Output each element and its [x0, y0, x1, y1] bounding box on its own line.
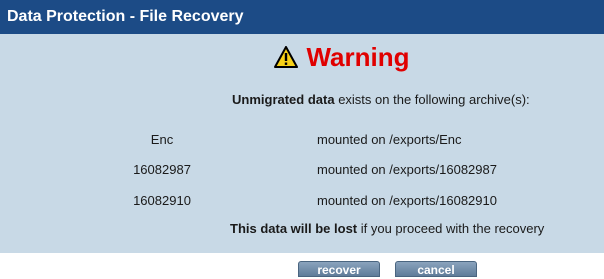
warning-header-inner: Warning	[274, 42, 410, 72]
warning-heading: Warning	[306, 42, 410, 72]
dialog-title: Data Protection - File Recovery	[0, 0, 604, 34]
warning-triangle-icon	[274, 46, 299, 68]
archive-name: Enc	[150, 132, 174, 147]
recover-button[interactable]: recover	[298, 261, 380, 277]
archive-row: 16082910 mounted on /exports/16082910	[0, 193, 604, 213]
intro-bold-text: Unmigrated data	[232, 92, 335, 107]
archive-row: Enc mounted on /exports/Enc	[0, 132, 604, 152]
archive-name: 16082987	[133, 162, 191, 177]
archive-mount-path: mounted on /exports/Enc	[317, 132, 462, 147]
intro-rest-text: exists on the following archive(s):	[334, 92, 530, 107]
archive-name: 16082910	[133, 193, 191, 208]
archive-mount-path: mounted on /exports/16082987	[317, 162, 497, 177]
data-loss-rest-text: if you proceed with the recovery	[357, 221, 545, 236]
file-recovery-dialog: Data Protection - File Recovery Warning …	[0, 0, 604, 277]
warning-header: Warning	[0, 42, 604, 76]
data-loss-bold-text: This data will be lost	[230, 221, 358, 236]
warning-panel: Warning Unmigrated data exists on the fo…	[0, 34, 604, 253]
cancel-button[interactable]: cancel	[395, 261, 477, 277]
data-loss-note: This data will be lost if you proceed wi…	[230, 221, 544, 236]
intro-message: Unmigrated data exists on the following …	[232, 92, 530, 107]
archive-mount-path: mounted on /exports/16082910	[317, 193, 497, 208]
archive-row: 16082987 mounted on /exports/16082987	[0, 162, 604, 182]
